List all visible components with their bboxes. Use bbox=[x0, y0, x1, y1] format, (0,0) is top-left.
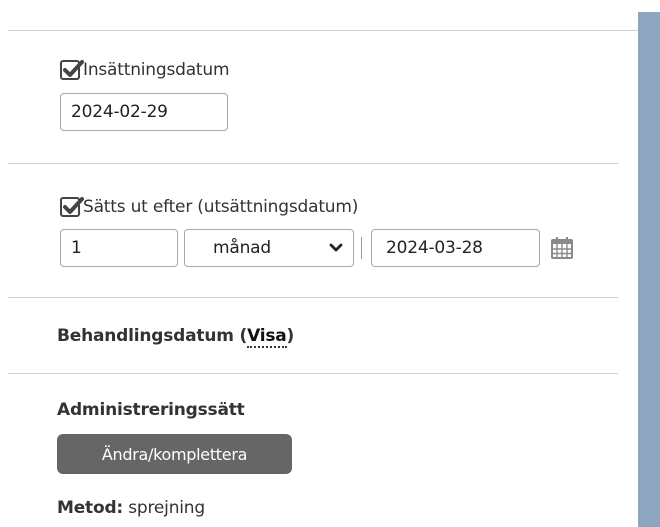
show-treatment-dates-link[interactable]: Visa bbox=[247, 326, 287, 348]
form-panel: Insättningsdatum 2024-02-29 Sätts ut eft… bbox=[0, 0, 638, 527]
open-paren: ( bbox=[239, 326, 248, 346]
insertion-date-label: Insättningsdatum bbox=[83, 60, 230, 80]
removal-quantity-input[interactable]: 1 bbox=[60, 229, 178, 267]
divider-2 bbox=[8, 297, 618, 298]
removal-unit-select[interactable]: månad bbox=[184, 229, 354, 267]
removal-date-label: Sätts ut efter (utsättningsdatum) bbox=[83, 197, 359, 217]
method-row: Metod: sprejning bbox=[57, 498, 205, 518]
removal-date-checkbox[interactable] bbox=[60, 197, 84, 217]
removal-date-checkbox-row[interactable]: Sätts ut efter (utsättningsdatum) bbox=[60, 197, 358, 217]
insertion-date-input[interactable]: 2024-02-29 bbox=[60, 93, 228, 131]
close-paren: ) bbox=[286, 326, 295, 346]
checkmark-icon bbox=[63, 197, 84, 214]
checkmark-icon bbox=[63, 60, 84, 77]
method-value: sprejning bbox=[128, 498, 205, 518]
calendar-icon[interactable] bbox=[550, 236, 574, 260]
treatment-date-heading: Behandlingsdatum (Visa) bbox=[57, 326, 295, 348]
chevron-down-icon bbox=[329, 243, 343, 252]
scrollbar[interactable] bbox=[638, 12, 660, 527]
administration-heading: Administreringssätt bbox=[57, 400, 245, 420]
divider-3 bbox=[8, 373, 618, 374]
edit-complement-button[interactable]: Ändra/komplettera bbox=[57, 434, 292, 474]
insertion-date-checkbox[interactable] bbox=[60, 60, 84, 80]
insertion-date-checkbox-row[interactable]: Insättningsdatum bbox=[60, 60, 230, 80]
treatment-date-label: Behandlingsdatum bbox=[57, 326, 234, 346]
method-label: Metod: bbox=[57, 498, 124, 518]
field-separator bbox=[361, 237, 362, 259]
removal-date-input[interactable]: 2024-03-28 bbox=[371, 229, 540, 267]
divider-1 bbox=[8, 163, 618, 164]
removal-unit-value: månad bbox=[213, 238, 271, 258]
divider-top bbox=[8, 30, 638, 31]
